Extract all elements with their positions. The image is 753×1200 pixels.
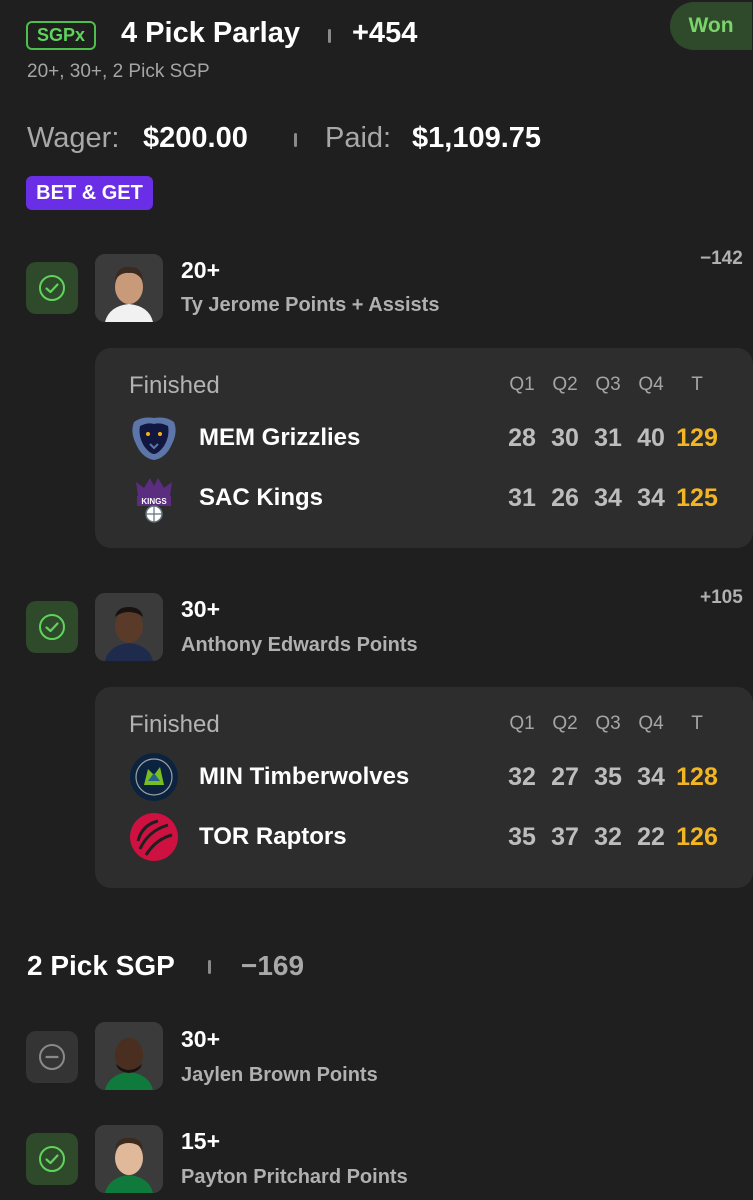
title-divider [328,29,331,43]
game-state: Finished [129,372,220,399]
bet-and-get-badge[interactable]: BET & GET [26,176,153,210]
q4-header: Q4 [638,713,664,734]
team-q3-score: 32 [594,823,622,851]
team-name: SAC Kings [199,484,324,511]
leg-line: 20+ [181,257,221,283]
player-avatar-jaylen-brown [95,1022,163,1090]
wager-divider [294,133,297,147]
check-circle-icon [39,1146,65,1172]
leg-odds: −142 [700,248,743,269]
team-name: MIN Timberwolves [199,763,410,790]
team-q2-score: 27 [551,763,579,791]
game-state: Finished [129,711,220,738]
leg-description: Jaylen Brown Points [181,1064,378,1086]
q2-header: Q2 [552,713,578,734]
player-avatar-anthony-edwards [95,593,163,661]
leg-odds: +105 [700,587,743,608]
kings-logo: KINGS [136,478,172,523]
leg-line: 30+ [181,1026,221,1052]
team-q4-score: 40 [637,424,665,452]
wager-label: Wager: [27,122,120,154]
team-name: TOR Raptors [199,823,347,850]
sgpx-badge: SGPx [26,21,96,50]
leg-status-won [26,262,78,314]
q3-header: Q3 [595,713,621,734]
team-q2-score: 26 [551,484,579,512]
team-name: MEM Grizzlies [199,424,361,451]
q2-header: Q2 [552,374,578,395]
team-total-score: 126 [676,823,718,851]
team-q1-score: 28 [508,424,536,452]
leg-line: 30+ [181,596,221,622]
leg-status-won [26,1133,78,1185]
team-total-score: 128 [676,763,718,791]
leg-description: Payton Pritchard Points [181,1166,408,1188]
sgp-divider [208,960,211,974]
leg-description: Anthony Edwards Points [181,634,418,656]
team-q4-score: 22 [637,823,665,851]
sgp-section-odds: −169 [241,950,305,981]
paid-label: Paid: [325,122,392,154]
team-q3-score: 34 [594,484,622,512]
parlay-subtitle: 20+, 30+, 2 Pick SGP [27,61,210,82]
team-q1-score: 35 [508,823,536,851]
player-avatar-ty-jerome [95,254,163,322]
team-q1-score: 31 [508,484,536,512]
check-circle-icon [39,614,65,640]
game-score-card[interactable]: Finished Q1 Q2 Q3 Q4 T MIN Timberwolves … [95,687,753,888]
svg-text:KINGS: KINGS [141,497,167,506]
q1-header: Q1 [509,713,535,734]
wager-value: $200.00 [143,122,248,154]
team-q3-score: 35 [594,763,622,791]
paid-value: $1,109.75 [412,122,542,154]
parlay-odds: +454 [352,17,418,49]
team-q4-score: 34 [637,484,665,512]
team-q2-score: 30 [551,424,579,452]
parlay-title: 4 Pick Parlay [121,17,300,49]
q1-header: Q1 [509,374,535,395]
team-total-score: 129 [676,424,718,452]
minus-circle-icon [39,1044,65,1070]
sgp-section-title: 2 Pick SGP [27,950,175,981]
q3-header: Q3 [595,374,621,395]
player-avatar-payton-pritchard [95,1125,163,1193]
grizzlies-logo [132,417,176,460]
team-total-score: 125 [676,484,718,512]
total-header: T [691,713,703,734]
q4-header: Q4 [638,374,664,395]
team-q3-score: 31 [594,424,622,452]
team-q4-score: 34 [637,763,665,791]
game-score-card[interactable]: Finished Q1 Q2 Q3 Q4 T MEM Grizzlies 28 … [95,348,753,548]
won-status-badge: Won [670,2,752,50]
leg-description: Ty Jerome Points + Assists [181,294,440,316]
check-circle-icon [39,275,65,301]
team-q1-score: 32 [508,763,536,791]
timberwolves-logo [130,753,178,801]
leg-status-push [26,1031,78,1083]
total-header: T [691,374,703,395]
team-q2-score: 37 [551,823,579,851]
leg-status-won [26,601,78,653]
raptors-logo [130,813,178,861]
leg-line: 15+ [181,1128,221,1154]
